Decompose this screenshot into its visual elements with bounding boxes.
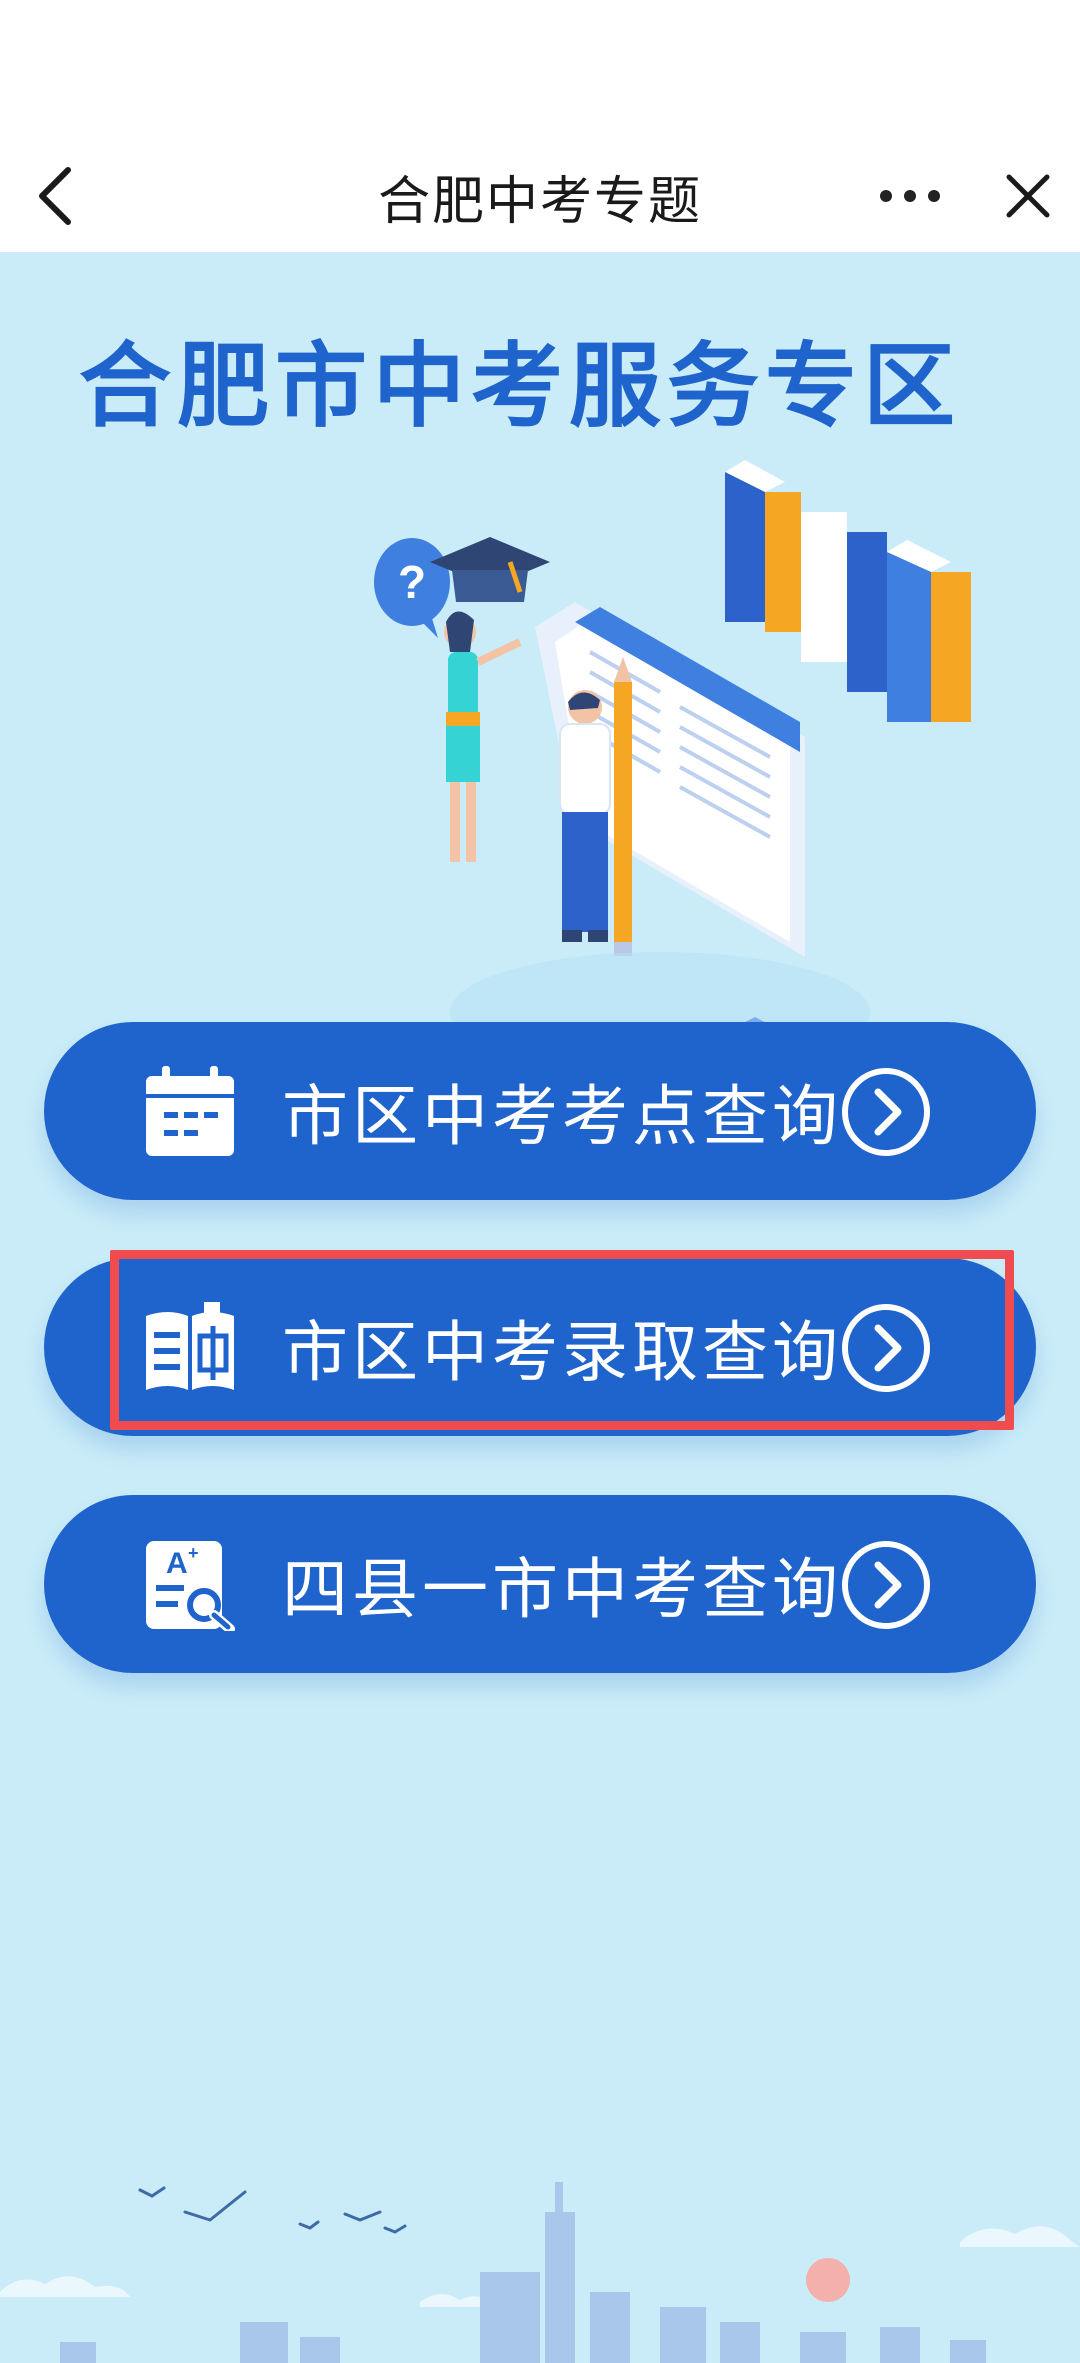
question-bubble-icon: ?: [374, 538, 450, 638]
back-button[interactable]: [22, 162, 90, 230]
svg-text:+: +: [188, 1543, 199, 1563]
county-exam-query-button[interactable]: A + 四县一市中考查询: [44, 1495, 1036, 1673]
admission-query-label: 市区中考录取查询: [282, 1314, 842, 1391]
chevron-right-circle-icon: [842, 1304, 930, 1392]
book-icon: [146, 1302, 234, 1390]
admission-query-button[interactable]: 市区中考录取查询: [44, 1258, 1036, 1436]
back-chevron-icon: [39, 167, 71, 225]
close-button[interactable]: [994, 162, 1062, 230]
more-dots-icon: [880, 190, 892, 202]
main-content: 合肥市中考服务专区 ? 市区中考考点查询 市区中考录取查询 A + 四县一市中考…: [0, 252, 1080, 2363]
navigation-bar: 合肥中考专题: [0, 140, 1080, 252]
status-bar: [0, 0, 1080, 140]
svg-text:?: ?: [398, 556, 426, 608]
book-stack-illustration: [725, 460, 971, 722]
svg-text:A: A: [166, 1547, 188, 1580]
woman-figure-illustration: [444, 611, 522, 862]
chevron-right-circle-icon: [842, 1068, 930, 1156]
more-dot: [928, 190, 940, 202]
exam-site-query-label: 市区中考考点查询: [282, 1078, 842, 1155]
close-icon: [1006, 174, 1050, 218]
man-figure-illustration: [559, 690, 611, 942]
county-exam-query-label: 四县一市中考查询: [282, 1551, 842, 1628]
chevron-right-circle-icon: [842, 1541, 930, 1629]
hero-title: 合肥市中考服务专区: [78, 333, 961, 440]
more-button[interactable]: [870, 162, 950, 230]
page-title: 合肥中考专题: [377, 171, 702, 232]
calendar-icon: [146, 1066, 234, 1156]
city-skyline-illustration: [0, 2182, 1080, 2363]
pencil-illustration: [614, 657, 632, 956]
grade-search-icon: A +: [146, 1541, 235, 1631]
more-dot: [904, 190, 916, 202]
exam-site-query-button[interactable]: 市区中考考点查询: [44, 1022, 1036, 1200]
